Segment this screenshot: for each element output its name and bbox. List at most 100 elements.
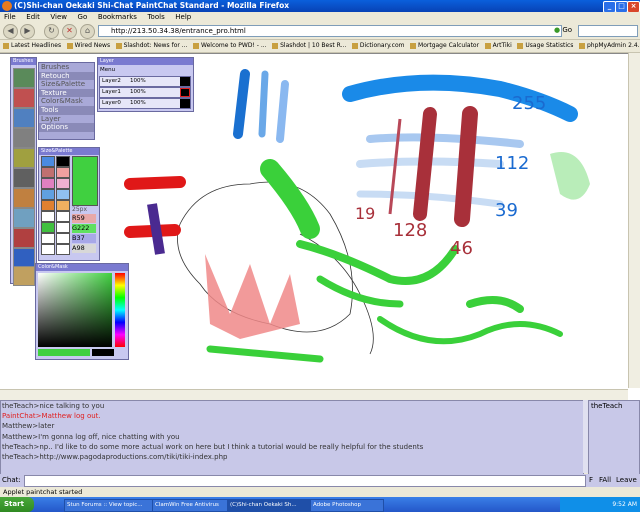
menu-bar: File Edit View Go Bookmarks Tools Help <box>0 12 640 22</box>
forward-icon[interactable]: ▶ <box>20 24 35 39</box>
paint-menu-brushes[interactable]: Brushes <box>39 63 94 72</box>
user-item[interactable]: theTeach <box>589 401 639 411</box>
color-swatch[interactable] <box>41 200 55 211</box>
f-button[interactable]: F <box>589 476 593 484</box>
taskbar-item[interactable]: ClamWin Free Antivirus <box>152 499 228 512</box>
stop-icon[interactable]: ✕ <box>62 24 77 39</box>
taskbar-item[interactable]: Adobe Photoshop <box>310 499 384 512</box>
foreground-color[interactable] <box>38 349 90 356</box>
bookmark-item[interactable]: Dictionary.com <box>351 40 404 52</box>
layer-row[interactable]: Layer0 100% <box>99 98 191 109</box>
chat-message: PaintChat>Matthew log out. <box>2 412 101 421</box>
address-bar[interactable]: http://213.50.34.38/entrance_pro.html <box>98 25 562 37</box>
color-swatch[interactable] <box>41 189 55 200</box>
brush-tool[interactable] <box>13 148 35 168</box>
layer-row[interactable]: Layer2 100% <box>99 76 191 87</box>
menu-tools[interactable]: Tools <box>147 12 164 22</box>
paint-menu-texture[interactable]: Texture <box>39 88 94 98</box>
layer-menu-button[interactable]: Menu <box>100 67 115 73</box>
color-picker-square[interactable] <box>38 273 112 347</box>
layer-visibility-icon[interactable] <box>180 88 190 97</box>
bookmark-item[interactable]: phpMyAdmin 2.4.0 <box>578 40 640 52</box>
menu-bookmarks[interactable]: Bookmarks <box>98 12 137 22</box>
bookmark-item[interactable]: Wired News <box>66 40 110 52</box>
home-icon[interactable]: ⌂ <box>80 24 95 39</box>
paint-menu-layer[interactable]: Layer <box>39 115 94 124</box>
green-channel[interactable]: G222 <box>72 224 96 233</box>
alpha-channel[interactable]: A98 <box>72 244 96 253</box>
brush-tool[interactable] <box>13 128 35 148</box>
canvas-number: 255 <box>512 93 546 114</box>
color-swatch[interactable] <box>41 167 55 178</box>
color-swatch[interactable] <box>56 156 70 167</box>
vertical-scrollbar[interactable] <box>628 53 640 388</box>
color-swatch[interactable] <box>56 233 70 244</box>
color-swatch[interactable] <box>56 200 70 211</box>
bookmark-item[interactable]: Mortgage Calculator <box>410 40 479 52</box>
bookmark-item[interactable]: Latest Headlines <box>3 40 61 52</box>
menu-go[interactable]: Go <box>78 12 88 22</box>
bookmark-item[interactable]: Slashdot | 10 Best R... <box>272 40 346 52</box>
leave-button[interactable]: Leave <box>616 476 637 484</box>
reload-icon[interactable]: ↻ <box>44 24 59 39</box>
menu-help[interactable]: Help <box>175 12 191 22</box>
paint-menu-retouch[interactable]: Retouch <box>39 71 94 81</box>
start-button[interactable]: Start <box>0 497 34 512</box>
clock: 9:52 AM <box>612 501 637 508</box>
color-swatch[interactable] <box>41 222 55 233</box>
mask-color[interactable] <box>92 349 114 356</box>
brush-tool[interactable] <box>13 208 35 228</box>
menu-view[interactable]: View <box>50 12 67 22</box>
chat-message: theTeach>np.. I'd like to do some more a… <box>2 442 424 451</box>
chat-input[interactable] <box>24 475 586 487</box>
blue-channel[interactable]: B37 <box>72 234 96 243</box>
paint-menu-size-palette[interactable]: Size&Palette <box>39 80 94 89</box>
red-channel[interactable]: R59 <box>72 214 96 223</box>
brush-tool[interactable] <box>13 108 35 128</box>
search-input[interactable] <box>578 25 638 37</box>
brush-tool[interactable] <box>13 68 35 88</box>
layer-panel-title[interactable]: Layer <box>98 58 193 65</box>
color-swatch[interactable] <box>41 156 55 167</box>
horizontal-scrollbar[interactable] <box>0 389 628 400</box>
color-swatch[interactable] <box>56 244 70 255</box>
fall-button[interactable]: FAll <box>599 476 611 484</box>
color-swatch[interactable] <box>41 244 55 255</box>
color-swatch[interactable] <box>56 167 70 178</box>
color-mask-title[interactable]: Color&Mask <box>36 264 128 271</box>
bookmark-item[interactable]: Usage Statistics <box>517 40 573 52</box>
paint-menu-options[interactable]: Options <box>39 123 94 132</box>
color-swatch[interactable] <box>41 178 55 189</box>
color-swatch[interactable] <box>56 222 70 233</box>
color-swatch[interactable] <box>41 211 55 222</box>
size-palette-title[interactable]: Size&Palette <box>39 148 99 155</box>
menu-file[interactable]: File <box>4 12 16 22</box>
layer-row[interactable]: Layer1 100% <box>99 87 191 98</box>
color-swatch[interactable] <box>56 189 70 200</box>
paint-menu-color-mask[interactable]: Color&Mask <box>39 97 94 106</box>
layer-visibility-icon[interactable] <box>180 77 190 86</box>
color-swatch[interactable] <box>56 178 70 189</box>
brush-tool[interactable] <box>13 266 35 286</box>
menu-edit[interactable]: Edit <box>26 12 40 22</box>
go-button[interactable]: ● Go <box>554 25 572 36</box>
brush-tool[interactable] <box>13 88 35 108</box>
back-icon[interactable]: ◀ <box>3 24 18 39</box>
go-icon: ● <box>554 26 561 34</box>
paint-menu-tools[interactable]: Tools <box>39 105 94 115</box>
go-label: Go <box>562 26 573 34</box>
layer-visibility-icon[interactable] <box>180 99 190 108</box>
color-swatch[interactable] <box>41 233 55 244</box>
bookmark-item[interactable]: Slashdot: News for ... <box>115 40 187 52</box>
taskbar-item[interactable]: Stun Forums :: View topic... <box>64 499 153 512</box>
bookmark-item[interactable]: Welcome to PWD! - ... <box>193 40 267 52</box>
brush-tool[interactable] <box>13 248 35 268</box>
brush-tool[interactable] <box>13 228 35 248</box>
color-swatch[interactable] <box>56 211 70 222</box>
brush-tool[interactable] <box>13 188 35 208</box>
taskbar-item[interactable]: (C)Shi-chan Oekaki Sh... <box>227 499 311 512</box>
brush-tool[interactable] <box>13 168 35 188</box>
hue-slider[interactable] <box>115 273 125 347</box>
brushes-palette-header[interactable]: Brushes <box>11 58 36 65</box>
bookmark-item[interactable]: ArtTiki <box>484 40 512 52</box>
